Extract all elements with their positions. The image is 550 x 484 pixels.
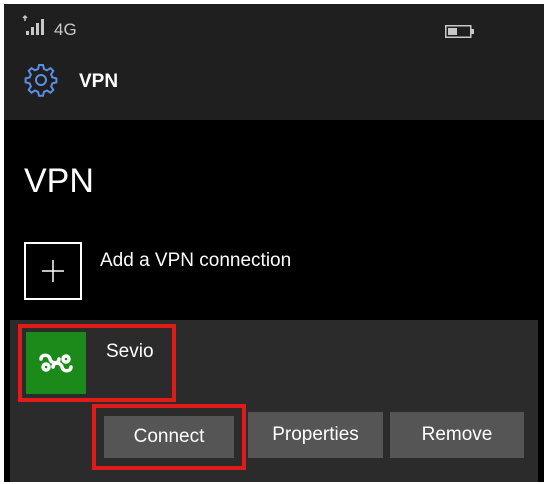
phone-screen: 4G VPN VPN Add a VPN connection Sevio Co… bbox=[4, 4, 544, 482]
connect-button-label: Connect bbox=[133, 426, 205, 447]
page-title: VPN bbox=[24, 162, 94, 200]
plus-icon bbox=[42, 260, 64, 282]
connect-button[interactable]: Connect bbox=[104, 416, 234, 458]
battery-icon bbox=[445, 25, 474, 38]
add-vpn-tile[interactable] bbox=[24, 242, 82, 300]
add-vpn-label[interactable]: Add a VPN connection bbox=[100, 250, 291, 272]
network-type: 4G bbox=[54, 20, 77, 39]
app-title: VPN bbox=[79, 71, 119, 92]
remove-button[interactable]: Remove bbox=[390, 412, 524, 458]
vpn-connection-name: Sevio bbox=[106, 341, 154, 362]
app-bar: VPN bbox=[4, 54, 544, 120]
status-bar: 4G bbox=[4, 4, 544, 54]
properties-button-label: Properties bbox=[272, 424, 359, 445]
gear-icon bbox=[24, 64, 58, 97]
add-vpn-connection-row[interactable]: Add a VPN connection bbox=[24, 242, 524, 306]
signal-strength-icon bbox=[22, 14, 44, 35]
sevio-logo-icon bbox=[39, 353, 73, 373]
remove-button-label: Remove bbox=[421, 424, 493, 445]
properties-button[interactable]: Properties bbox=[248, 412, 383, 458]
vpn-connection-sevio[interactable]: Sevio bbox=[18, 324, 176, 402]
connect-highlight: Connect bbox=[92, 404, 246, 470]
sevio-tile bbox=[26, 332, 86, 394]
vpn-connection-panel: Sevio Connect Properties Remove bbox=[10, 320, 538, 482]
